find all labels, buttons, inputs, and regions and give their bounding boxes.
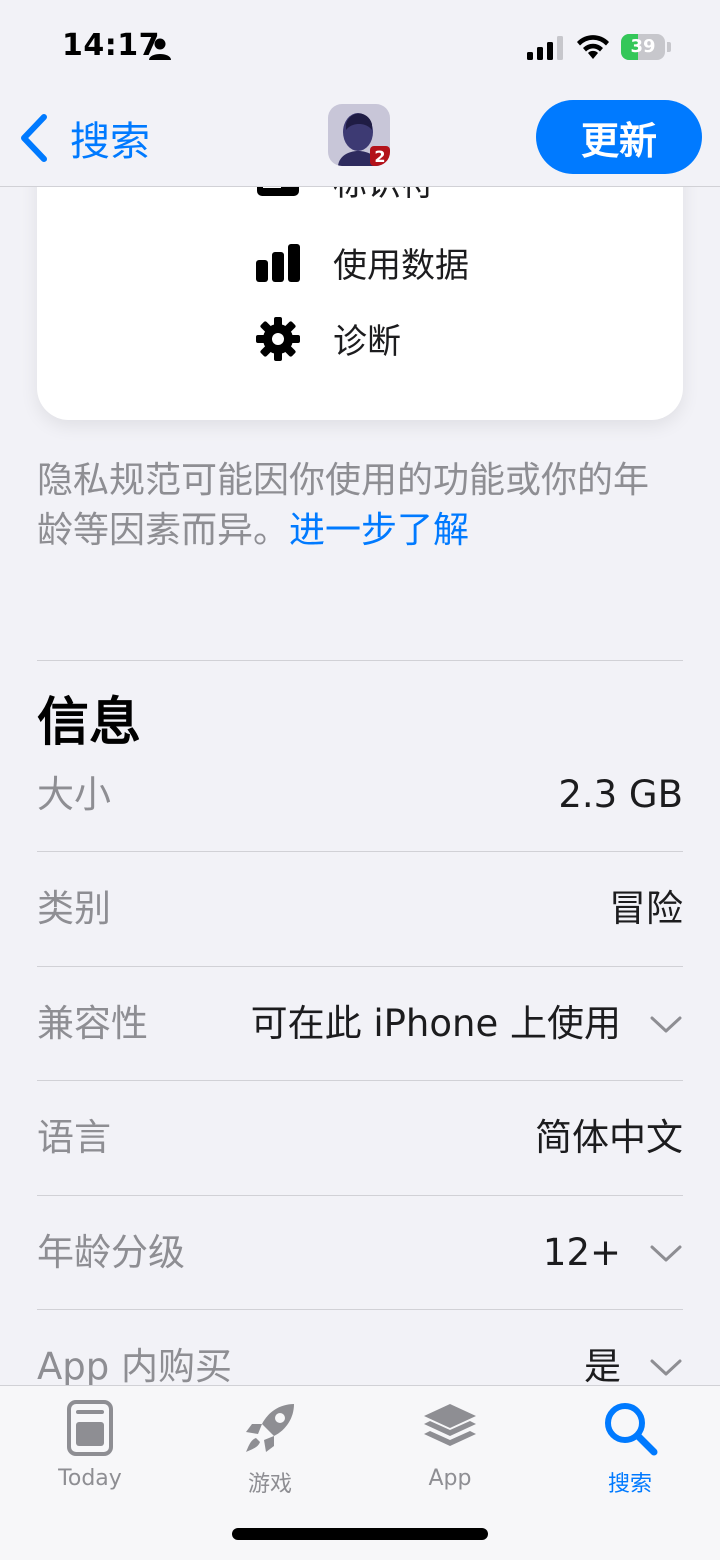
chevron-down-icon[interactable]	[649, 1352, 683, 1382]
back-label: 搜索	[70, 119, 150, 165]
back-button[interactable]: 搜索	[18, 110, 150, 166]
tab-apps[interactable]: App	[360, 1386, 540, 1506]
tab-label: 游戏	[247, 1472, 292, 1497]
info-value: 12+	[542, 1231, 621, 1274]
info-row-size: 大小 2.3 GB	[37, 738, 683, 852]
info-value: 简体中文	[535, 1116, 683, 1159]
tab-label: App	[428, 1466, 472, 1491]
info-value: 冒险	[609, 887, 683, 930]
tab-label: Today	[58, 1466, 122, 1491]
chevron-down-icon[interactable]	[649, 1238, 683, 1268]
info-key: 语言	[37, 1116, 111, 1159]
section-divider	[37, 660, 683, 661]
tab-games[interactable]: 游戏	[180, 1386, 360, 1506]
info-key: 兼容性	[37, 1002, 148, 1045]
privacy-item-diagnostics: 诊断	[255, 314, 401, 363]
info-row-age-rating[interactable]: 年龄分级 12+	[37, 1196, 683, 1310]
battery-icon: 39	[621, 34, 671, 60]
home-indicator	[232, 1528, 488, 1540]
chevron-left-icon	[21, 114, 47, 162]
nav-bar: 搜索 2 更新	[0, 90, 720, 187]
chevron-down-icon[interactable]	[649, 1009, 683, 1039]
bar-chart-icon	[256, 243, 300, 282]
info-value: 2.3 GB	[558, 773, 683, 816]
info-row-compatibility[interactable]: 兼容性 可在此 iPhone 上使用	[37, 967, 683, 1081]
info-key: 大小	[37, 773, 111, 816]
info-value: 可在此 iPhone 上使用	[250, 1002, 621, 1045]
status-time: 14:17	[62, 28, 160, 63]
tab-label: 搜索	[607, 1472, 652, 1497]
privacy-item-usage-data: 使用数据	[255, 238, 469, 287]
tab-search[interactable]: 搜索	[540, 1386, 720, 1506]
signal-icon	[527, 36, 563, 60]
info-row-language: 语言 简体中文	[37, 1081, 683, 1195]
gear-icon	[256, 316, 300, 361]
today-icon	[67, 1400, 113, 1456]
learn-more-link[interactable]: 进一步了解	[289, 510, 469, 551]
info-key: 类别	[37, 887, 111, 930]
info-row-category: 类别 冒险	[37, 852, 683, 966]
privacy-note: 隐私规范可能因你使用的功能或你的年龄等因素而异。进一步了解	[37, 456, 683, 556]
privacy-item-label: 诊断	[333, 322, 401, 362]
tab-bar: Today 游戏 App 搜索	[0, 1385, 720, 1560]
tab-today[interactable]: Today	[0, 1386, 180, 1506]
rocket-icon	[246, 1404, 294, 1452]
privacy-item-label: 使用数据	[333, 246, 469, 286]
wifi-icon	[577, 35, 609, 59]
search-icon	[605, 1403, 658, 1456]
app-icon[interactable]: 2	[328, 104, 390, 166]
layers-icon	[424, 1404, 476, 1446]
app-icon-badge: 2	[374, 147, 385, 166]
battery-level: 39	[630, 36, 656, 57]
update-button[interactable]: 更新	[536, 100, 702, 174]
info-key: 年龄分级	[37, 1231, 185, 1274]
person-icon	[149, 38, 171, 60]
status-bar: 14:17 39	[0, 0, 720, 90]
